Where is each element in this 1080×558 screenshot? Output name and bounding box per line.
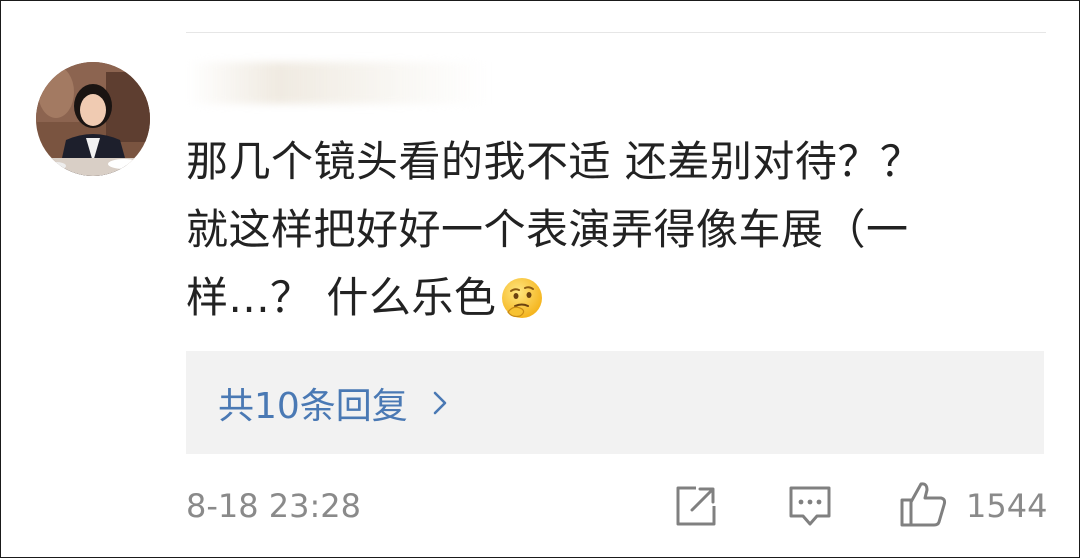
avatar-image bbox=[36, 62, 150, 176]
comment-line-text: 样...？ 什么乐色 bbox=[186, 273, 497, 322]
like-button[interactable] bbox=[899, 480, 949, 532]
user-avatar[interactable] bbox=[36, 62, 150, 176]
thumbs-up-icon bbox=[900, 482, 947, 527]
view-replies-button[interactable]: 共10条回复 bbox=[186, 351, 1044, 454]
comment-line: 那几个镜头看的我不适 还差别对待？？ bbox=[186, 137, 923, 186]
comment-line-last: 样...？ 什么乐色 bbox=[186, 264, 1016, 332]
comment-icon bbox=[789, 486, 831, 526]
comment-line: 就这样把好好一个表演弄得像车展（一 bbox=[186, 205, 909, 254]
chevron-right-icon bbox=[433, 391, 447, 414]
username-obscured[interactable] bbox=[188, 62, 488, 104]
comment-timestamp: 8-18 23:28 bbox=[186, 487, 362, 525]
replies-count-label[interactable]: 共10条回复 bbox=[218, 377, 408, 429]
thinking-face-emoji bbox=[500, 272, 544, 318]
comment-text: 那几个镜头看的我不适 还差别对待？？ 就这样把好好一个表演弄得像车展（一 样..… bbox=[186, 128, 1016, 332]
top-divider bbox=[186, 32, 1046, 33]
like-count: 1544 bbox=[966, 487, 1048, 525]
comment-button[interactable] bbox=[787, 484, 833, 532]
share-button[interactable] bbox=[674, 484, 718, 532]
share-icon bbox=[676, 486, 716, 526]
